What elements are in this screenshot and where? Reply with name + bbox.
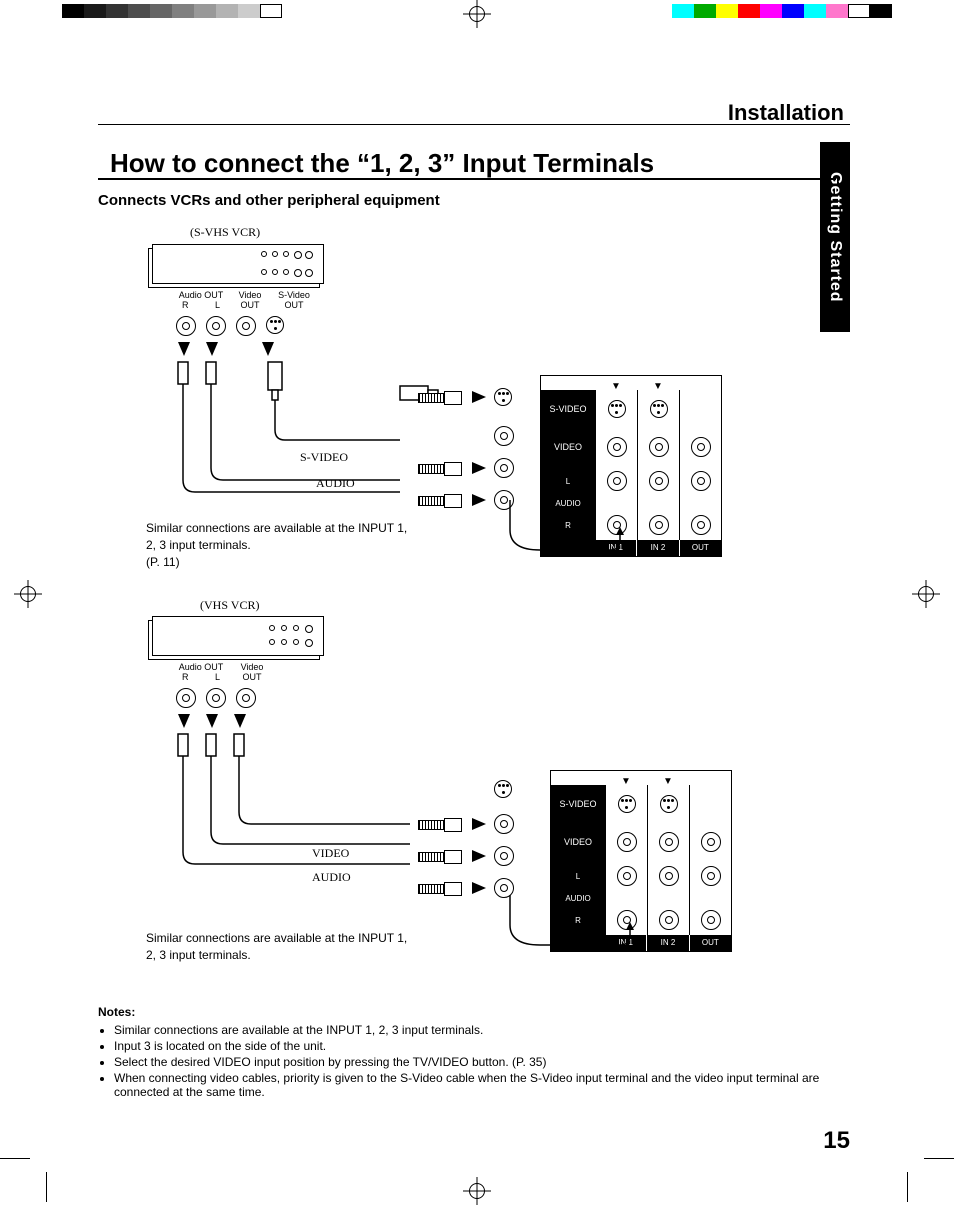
cable-plug-icon: [418, 850, 464, 862]
panel-footer-label: OUT: [689, 935, 731, 951]
panel-row-label: AUDIO: [551, 891, 605, 905]
registration-mark-icon: [463, 1177, 491, 1205]
video-out-label-2: Video OUT: [232, 662, 272, 682]
panel-footer-label: IN 1: [605, 935, 646, 951]
video-out-label: Video OUT: [230, 290, 270, 310]
page-number: 15: [823, 1127, 850, 1155]
side-tab: Getting Started: [820, 142, 850, 332]
rca-jack-icon: [494, 814, 514, 834]
registration-mark-icon: [912, 580, 940, 608]
diagram2-caption: Similar connections are available at the…: [146, 930, 416, 964]
panel-row-label: AUDIO: [541, 496, 595, 510]
rca-jack-icon: [206, 316, 226, 336]
arrow-right-icon: [472, 494, 486, 506]
down-arrows-2: [178, 714, 246, 728]
crop-mark: [924, 1158, 954, 1159]
crop-mark: [907, 1172, 908, 1202]
arrow-down-icon: [234, 714, 246, 728]
svideo-out-label: S-Video OUT: [272, 290, 316, 310]
arrow-down-icon: [178, 342, 190, 356]
arrow-right-icon: [472, 462, 486, 474]
arrow-down-icon: [206, 342, 218, 356]
notes-block: Notes: Similar connections are available…: [98, 1005, 850, 1101]
rca-jack-icon: [176, 316, 196, 336]
header-rule: [98, 124, 850, 125]
crop-mark: [0, 1158, 30, 1159]
vcr-output-jacks: [176, 316, 284, 336]
rca-jack-icon: [494, 426, 514, 446]
arrow-down-icon: [206, 714, 218, 728]
rca-jack-icon: [236, 316, 256, 336]
rca-jack-icon: [494, 878, 514, 898]
printer-color-bar-right: [672, 4, 892, 18]
panel-footer-label: OUT: [679, 540, 721, 556]
svideo-jack-icon: [608, 400, 626, 418]
svideo-cable-label: S-VIDEO: [300, 450, 348, 465]
panel-footer-label: IN 2: [636, 540, 678, 556]
input-panel-1: ▼ ▼ S-VIDEO VIDEO L: [540, 375, 722, 557]
notes-title: Notes:: [98, 1005, 135, 1019]
svideo-jack-icon: [650, 400, 668, 418]
audio-out-label-2: Audio OUT R L: [176, 662, 226, 682]
plug-group-2: [418, 780, 514, 898]
note-item: Select the desired VIDEO input position …: [114, 1055, 850, 1069]
panel-row-label: S-VIDEO: [541, 390, 595, 428]
cable-plug-icon: [418, 462, 464, 474]
heading-underline: [98, 178, 836, 180]
down-arrows: [178, 342, 274, 356]
page: Installation Getting Started How to conn…: [0, 0, 954, 1205]
cable-plug-icon: [418, 818, 464, 830]
cable-plug-icon: [418, 391, 464, 403]
rca-jack-icon: [494, 846, 514, 866]
rca-jack-icon: [176, 688, 196, 708]
note-item: Input 3 is located on the side of the un…: [114, 1039, 850, 1053]
rca-jack-icon: [206, 688, 226, 708]
diagram2-device-label: (VHS VCR): [200, 598, 259, 613]
audio-out-label: Audio OUT R L: [176, 290, 226, 310]
panel-row-label: VIDEO: [551, 823, 605, 861]
diagram1-caption: Similar connections are available at the…: [146, 520, 416, 570]
input-panel-2: ▼ ▼ S-VIDEO VIDEO L: [550, 770, 732, 952]
plug-group-1: [418, 388, 514, 510]
arrow-right-icon: [472, 818, 486, 830]
arrow-right-icon: [472, 391, 486, 403]
video-cable-label: VIDEO: [312, 846, 349, 861]
panel-row-label: R: [541, 510, 595, 540]
rca-jack-icon: [236, 688, 256, 708]
rca-jack-icon: [494, 458, 514, 478]
diagram1-device-label: (S-VHS VCR): [190, 225, 260, 240]
audio-cable-label-2: AUDIO: [312, 870, 351, 885]
svhs-vcr-icon: [152, 244, 324, 284]
svideo-jack-icon: [266, 316, 284, 334]
panel-row-label: VIDEO: [541, 428, 595, 466]
panel-footer-label: IN 1: [595, 540, 636, 556]
panel-row-label: R: [551, 905, 605, 935]
panel-row-label: L: [566, 477, 570, 486]
page-heading: How to connect the “1, 2, 3” Input Termi…: [110, 148, 654, 179]
panel-footer-label: IN 2: [646, 935, 688, 951]
vhs-vcr-icon: [152, 616, 324, 656]
vcr2-output-jacks: [176, 688, 256, 708]
svideo-jack-icon: [494, 780, 512, 798]
subheading: Connects VCRs and other peripheral equip…: [98, 192, 440, 209]
arrow-down-icon: [262, 342, 274, 356]
arrow-down-icon: [178, 714, 190, 728]
arrow-right-icon: [472, 882, 486, 894]
registration-mark-icon: [463, 0, 491, 28]
cable-plug-icon: [418, 882, 464, 894]
rca-jack-icon: [494, 490, 514, 510]
panel-row-label: S-VIDEO: [551, 785, 605, 823]
note-item: Similar connections are available at the…: [114, 1023, 850, 1037]
arrow-right-icon: [472, 850, 486, 862]
crop-mark: [46, 1172, 47, 1202]
note-item: When connecting video cables, priority i…: [114, 1071, 850, 1099]
registration-mark-icon: [14, 580, 42, 608]
printer-color-bar-left: [62, 4, 282, 18]
svideo-jack-icon: [494, 388, 512, 406]
section-title: Installation: [728, 100, 844, 126]
cable-plug-icon: [418, 494, 464, 506]
panel-row-label: L: [551, 861, 605, 891]
audio-cable-label: AUDIO: [316, 476, 355, 491]
